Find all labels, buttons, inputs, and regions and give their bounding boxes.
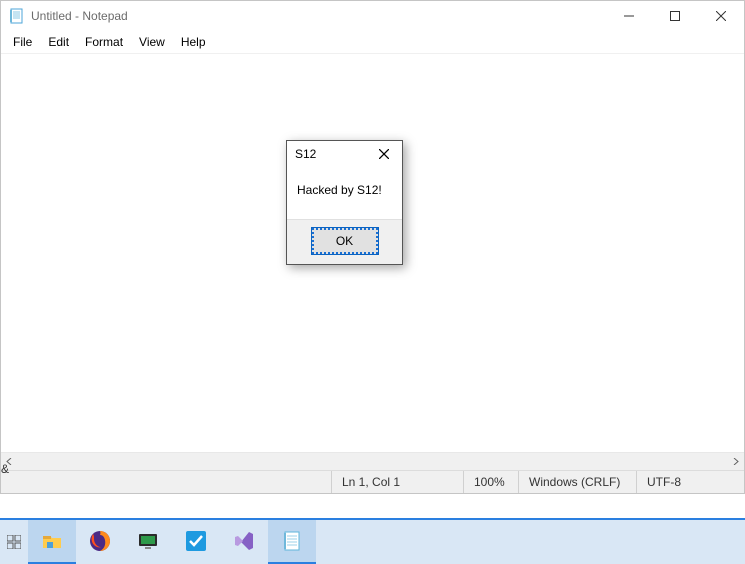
taskbar: [0, 518, 745, 564]
notepad-window: Untitled - Notepad File Edit Format View…: [0, 0, 745, 494]
status-eol: Windows (CRLF): [518, 471, 636, 493]
text-editor[interactable]: & S12 Hacked by S12! OK: [1, 54, 744, 452]
message-dialog: S12 Hacked by S12! OK: [286, 140, 403, 265]
status-encoding: UTF-8: [636, 471, 744, 493]
task-view-button[interactable]: [0, 520, 28, 564]
status-position: Ln 1, Col 1: [331, 471, 463, 493]
notepad-icon: [9, 8, 25, 24]
menu-file[interactable]: File: [5, 33, 40, 51]
menu-help[interactable]: Help: [173, 33, 214, 51]
dialog-titlebar[interactable]: S12: [287, 141, 402, 167]
menu-format[interactable]: Format: [77, 33, 131, 51]
notepad-taskbar-icon: [279, 528, 305, 554]
close-button[interactable]: [698, 1, 744, 31]
taskbar-monitor-app[interactable]: [124, 520, 172, 564]
monitor-icon: [135, 528, 161, 554]
status-spacer: [1, 471, 331, 493]
visual-studio-icon: [231, 528, 257, 554]
dialog-footer: OK: [287, 219, 402, 264]
menu-view[interactable]: View: [131, 33, 173, 51]
dialog-message: Hacked by S12!: [287, 167, 402, 219]
horizontal-scrollbar[interactable]: [1, 452, 744, 470]
dialog-title: S12: [295, 147, 374, 161]
file-explorer-icon: [39, 528, 65, 554]
stray-char: &: [1, 462, 9, 476]
status-zoom: 100%: [463, 471, 518, 493]
titlebar[interactable]: Untitled - Notepad: [1, 1, 744, 31]
taskbar-file-explorer[interactable]: [28, 520, 76, 564]
maximize-button[interactable]: [652, 1, 698, 31]
scroll-right-arrow[interactable]: [727, 453, 744, 470]
statusbar: Ln 1, Col 1 100% Windows (CRLF) UTF-8: [1, 470, 744, 493]
task-view-icon: [7, 535, 21, 549]
dialog-close-button[interactable]: [374, 144, 394, 164]
menu-edit[interactable]: Edit: [40, 33, 77, 51]
taskbar-notepad[interactable]: [268, 520, 316, 564]
firefox-icon: [87, 528, 113, 554]
taskbar-visual-studio[interactable]: [220, 520, 268, 564]
minimize-button[interactable]: [606, 1, 652, 31]
taskbar-checkmark-app[interactable]: [172, 520, 220, 564]
checkmark-icon: [183, 528, 209, 554]
menubar: File Edit Format View Help: [1, 31, 744, 54]
ok-button[interactable]: OK: [312, 228, 378, 254]
taskbar-firefox[interactable]: [76, 520, 124, 564]
window-title: Untitled - Notepad: [31, 9, 128, 23]
